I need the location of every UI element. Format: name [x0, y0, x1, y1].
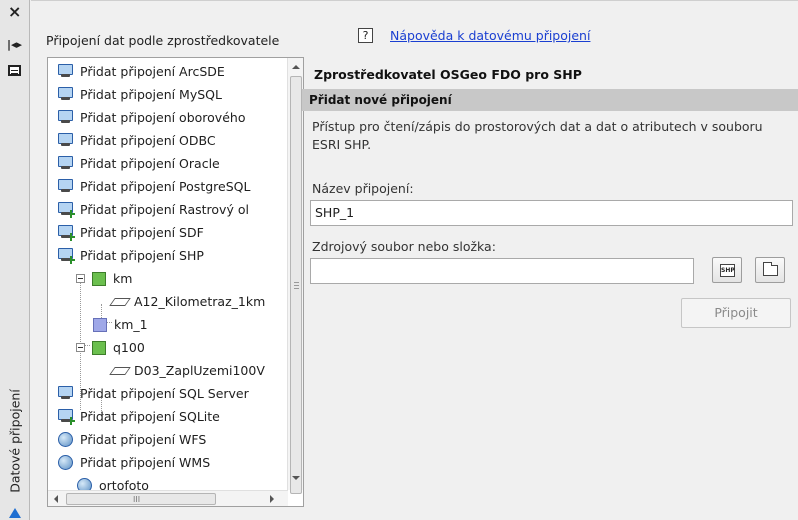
scroll-grip: III — [133, 495, 141, 504]
source-file-field[interactable] — [310, 258, 694, 284]
tree-item[interactable]: q100 — [76, 336, 145, 358]
layer-icon — [111, 362, 128, 378]
tree-item[interactable]: Přidat připojení MySQL — [57, 83, 222, 105]
tree-item-label: Přidat připojení WFS — [80, 431, 207, 447]
connection-name-label: Název připojení: — [312, 181, 414, 196]
autodesk-logo-icon — [9, 508, 21, 518]
globe-icon — [57, 431, 74, 447]
scroll-left-icon[interactable] — [54, 495, 58, 503]
tree-item-label: Přidat připojení WMS — [80, 454, 211, 470]
tree-item-label: Přidat připojení ODBC — [80, 132, 216, 148]
connection-add-icon — [57, 201, 75, 218]
folder-icon — [763, 262, 778, 276]
feature-class-icon — [90, 270, 107, 286]
tree-item[interactable]: km_1 — [91, 313, 148, 335]
tree-item-label: km — [113, 270, 133, 286]
connection-icon — [57, 132, 74, 148]
providers-title: Připojení dat podle zprostředkovatele — [46, 33, 280, 48]
connect-button[interactable]: Připojit — [681, 298, 791, 328]
connection-icon — [57, 109, 74, 125]
tree-item[interactable]: km — [76, 267, 132, 289]
tree-item[interactable]: Přidat připojení ArcSDE — [57, 60, 225, 82]
help-link[interactable]: Nápověda k datovému připojení — [390, 28, 590, 43]
tree-item[interactable]: Přidat připojení Rastrový ol — [57, 198, 249, 220]
tree-item[interactable]: A12_Kilometraz_1km — [111, 290, 265, 312]
connection-icon — [57, 155, 74, 171]
tree-item[interactable]: Přidat připojení ODBC — [57, 129, 216, 151]
scroll-right-icon[interactable] — [270, 495, 274, 503]
collapse-toggle[interactable] — [76, 342, 85, 352]
tree-item[interactable]: Přidat připojení SHP — [57, 244, 204, 266]
shp-file-icon: SHP — [720, 264, 735, 277]
scroll-down-icon[interactable] — [292, 476, 300, 480]
connection-add-icon — [57, 224, 75, 241]
provider-title: Zprostředkovatel OSGeo FDO pro SHP — [314, 67, 582, 82]
help-icon[interactable]: ? — [358, 28, 373, 43]
connection-icon — [57, 63, 74, 79]
tree-item-label: Přidat připojení oborového — [80, 109, 246, 125]
connection-icon — [57, 86, 74, 102]
data-connect-panel: Připojení dat podle zprostředkovatele Př… — [31, 0, 798, 520]
tree-item-label: Přidat připojení PostgreSQL — [80, 178, 251, 194]
palette-strip: × |◂▸ Datové připojení — [0, 0, 30, 520]
scroll-thumb[interactable] — [290, 76, 302, 494]
tree-item[interactable]: Přidat připojení WFS — [57, 428, 206, 450]
properties-icon[interactable] — [8, 65, 21, 76]
tree-item[interactable]: D03_ZaplUzemi100V — [111, 359, 265, 381]
provider-description: Přístup pro čtení/zápis do prostorových … — [312, 119, 763, 152]
tree-item[interactable]: Přidat připojení WMS — [57, 451, 210, 473]
tree-item-label: D03_ZaplUzemi100V — [134, 362, 265, 378]
tree-item-label: Přidat připojení SHP — [80, 247, 204, 263]
feature-class-empty-icon — [91, 316, 108, 332]
connection-icon — [57, 385, 74, 401]
tree-item-label: Přidat připojení Oracle — [80, 155, 220, 171]
browse-shp-button[interactable]: SHP — [712, 257, 742, 283]
tree-item[interactable]: Přidat připojení oborového — [57, 106, 245, 128]
tree-item-label: Přidat připojení SQL Server — [80, 385, 249, 401]
tree-item-label: Přidat připojení MySQL — [80, 86, 222, 102]
tree-item-label: A12_Kilometraz_1km — [134, 293, 266, 309]
feature-class-icon — [90, 339, 107, 355]
tree-item-label: Přidat připojení SDF — [80, 224, 204, 240]
provider-tree[interactable]: Přidat připojení ArcSDE Přidat připojení… — [47, 57, 304, 507]
close-icon[interactable]: × — [8, 4, 21, 20]
layer-icon — [111, 293, 128, 309]
collapse-toggle[interactable] — [76, 273, 85, 283]
tree-item-label: Přidat připojení Rastrový ol — [80, 201, 249, 217]
tree-item-label: km_1 — [114, 316, 148, 332]
tree-item-label: q100 — [113, 339, 145, 355]
browse-folder-button[interactable] — [755, 257, 785, 283]
source-file-label: Zdrojový soubor nebo složka: — [312, 239, 496, 254]
section-title: Přidat nové připojení — [309, 93, 452, 107]
tree-item[interactable]: Přidat připojení PostgreSQL — [57, 175, 250, 197]
connection-add-icon — [57, 408, 75, 425]
connection-add-icon — [57, 247, 75, 264]
scroll-up-icon[interactable] — [292, 65, 300, 69]
tree-horizontal-scrollbar[interactable]: III — [48, 490, 288, 506]
auto-hide-icon[interactable]: |◂▸ — [7, 38, 22, 51]
globe-icon — [57, 454, 74, 470]
connection-icon — [57, 178, 74, 194]
tree-item[interactable]: Přidat připojení SQLite — [57, 405, 220, 427]
tree-vertical-scrollbar[interactable] — [287, 58, 303, 494]
tree-item[interactable]: Přidat připojení SQL Server — [57, 382, 249, 404]
section-header: Přidat nové připojení — [302, 89, 798, 111]
scroll-thumb[interactable]: III — [66, 493, 216, 505]
connection-name-field[interactable]: SHP_1 — [310, 200, 793, 226]
tree-item-label: Přidat připojení ArcSDE — [80, 63, 225, 79]
tree-item[interactable]: Přidat připojení SDF — [57, 221, 204, 243]
palette-title: Datové připojení — [7, 389, 23, 493]
tree-item-label: Přidat připojení SQLite — [80, 408, 220, 424]
tree-item[interactable]: Přidat připojení Oracle — [57, 152, 220, 174]
